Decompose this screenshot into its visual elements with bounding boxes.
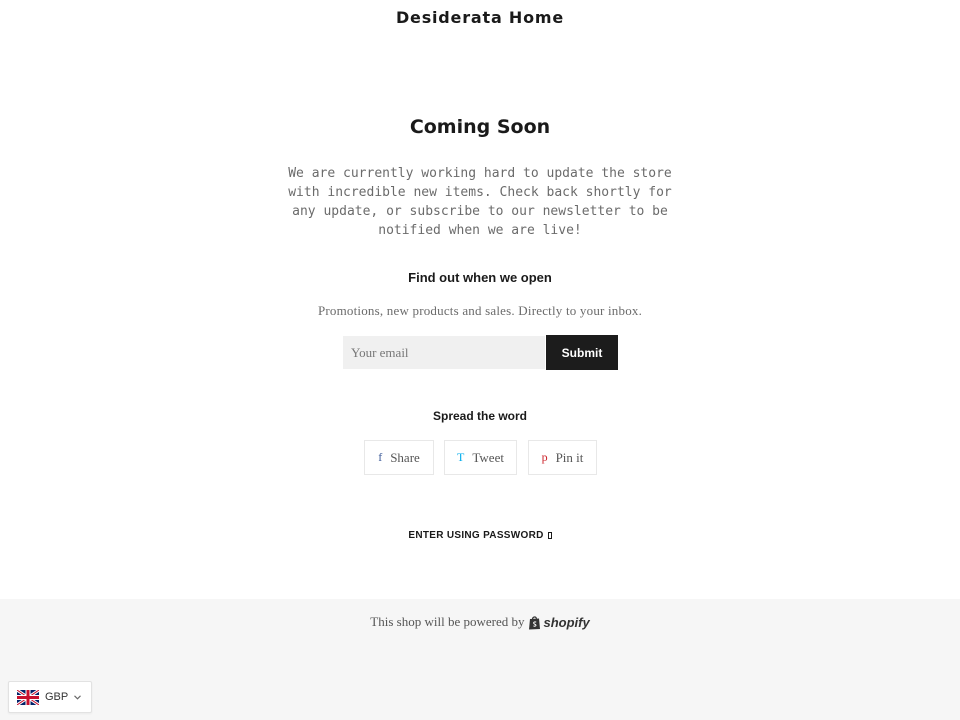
shopify-bag-icon <box>529 615 541 629</box>
footer: This shop will be powered by shopify <box>0 599 960 720</box>
newsletter-heading: Find out when we open <box>408 270 552 285</box>
share-facebook-button[interactable]: f Share <box>364 440 434 475</box>
shopify-logo[interactable]: shopify <box>528 614 590 630</box>
share-label: Share <box>390 449 420 465</box>
email-field[interactable] <box>343 336 545 369</box>
tweet-label: Tweet <box>472 449 504 465</box>
share-pinterest-button[interactable]: p Pin it <box>528 440 597 475</box>
facebook-icon: f <box>378 450 383 464</box>
enter-password-label: ENTER USING PASSWORD <box>408 530 544 541</box>
share-twitter-button[interactable]: T Tweet <box>444 440 517 475</box>
currency-selector[interactable]: GBP <box>8 681 92 713</box>
chevron-down-icon <box>74 694 82 700</box>
share-heading: Spread the word <box>432 409 527 423</box>
twitter-icon: T <box>457 450 465 464</box>
uk-flag-icon <box>17 689 39 705</box>
currency-code: GBP <box>45 691 69 703</box>
enter-password-link[interactable]: ENTER USING PASSWORD <box>0 530 960 541</box>
shopify-wordmark: shopify <box>543 614 590 630</box>
store-name[interactable]: Desiderata Home <box>0 8 960 27</box>
submit-button[interactable]: Submit <box>546 335 618 370</box>
lock-icon <box>547 532 552 539</box>
newsletter-subtext: Promotions, new products and sales. Dire… <box>317 303 643 318</box>
pinterest-icon: p <box>541 450 548 464</box>
coming-soon-message: We are currently working hard to update … <box>288 166 672 238</box>
pin-label: Pin it <box>555 449 584 465</box>
powered-by-text: This shop will be powered by <box>370 614 525 629</box>
page-title: Coming Soon <box>409 116 551 138</box>
powered-by: This shop will be powered by shopify <box>0 614 960 630</box>
